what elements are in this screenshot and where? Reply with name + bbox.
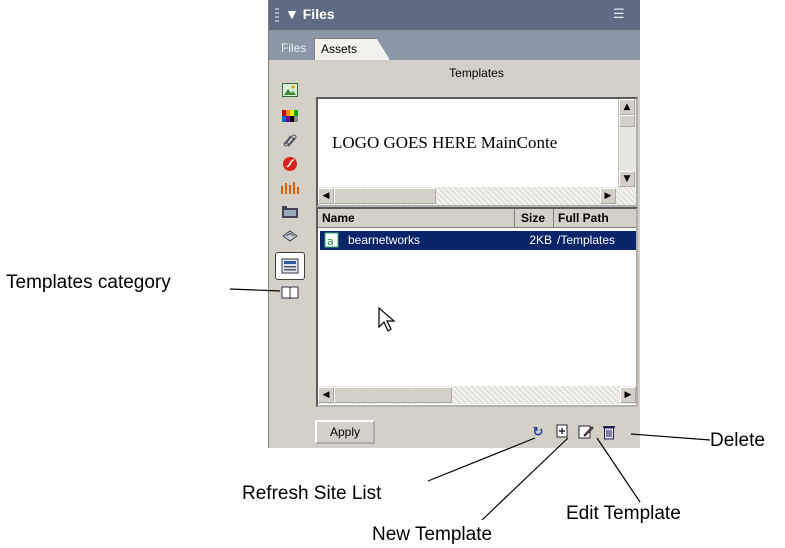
callout-refresh-site-list: Refresh Site List (242, 483, 382, 504)
callout-edit-template: Edit Template (566, 503, 681, 524)
callout-delete: Delete (710, 430, 765, 451)
callout-new-template: New Template (372, 524, 493, 545)
callout-templates-category: Templates category (6, 272, 171, 293)
